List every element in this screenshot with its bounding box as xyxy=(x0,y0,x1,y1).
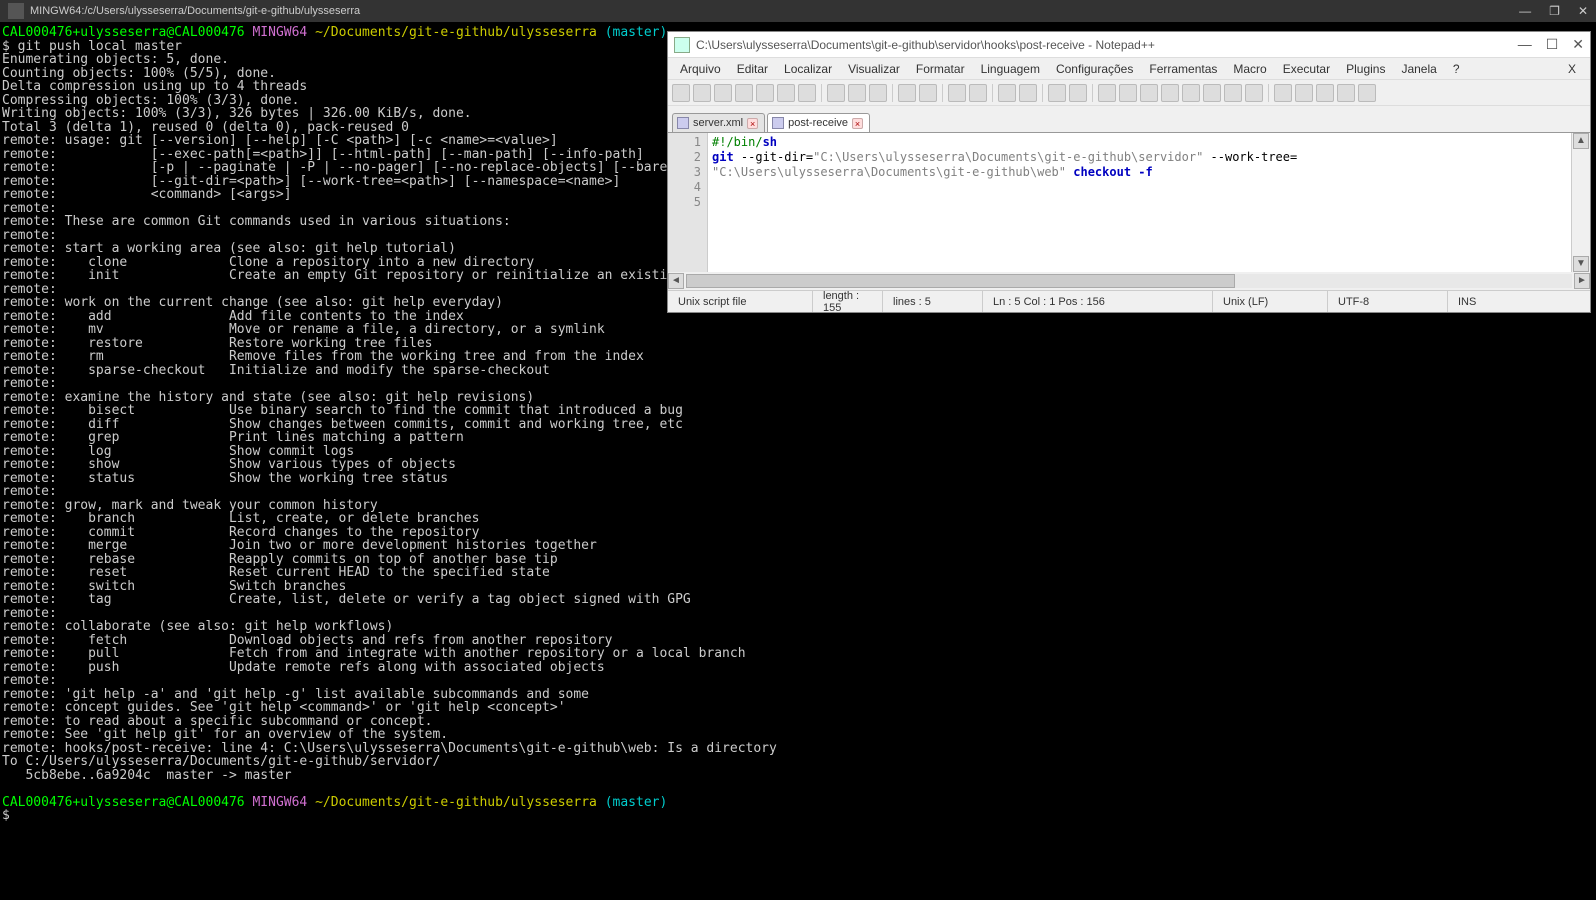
code-area[interactable]: #!/bin/shgit --git-dir="C:\Users\ulysses… xyxy=(708,133,1572,272)
scroll-left-icon[interactable]: ◄ xyxy=(668,273,684,289)
vertical-scrollbar[interactable]: ▲ ▼ xyxy=(1572,133,1590,272)
tab-label: server.xml xyxy=(693,117,743,129)
status-length: length : 155 xyxy=(813,291,883,312)
tab-server-xml[interactable]: server.xml × xyxy=(672,113,765,132)
scrollbar-track[interactable] xyxy=(686,274,1572,288)
menu-plugins[interactable]: Plugins xyxy=(1340,60,1391,78)
notepad-icon xyxy=(674,37,690,53)
tb-close-icon[interactable] xyxy=(756,84,774,102)
notepad-statusbar: Unix script file length : 155 lines : 5 … xyxy=(668,290,1590,312)
tb-funclist-icon[interactable] xyxy=(1203,84,1221,102)
tab-close-icon[interactable]: × xyxy=(852,118,863,129)
notepad-toolbar xyxy=(668,80,1590,106)
notepad-tabbar: server.xml × post-receive × xyxy=(668,106,1590,132)
notepad-editor: 12345 #!/bin/shgit --git-dir="C:\Users\u… xyxy=(668,132,1590,272)
np-close-button[interactable]: ✕ xyxy=(1572,36,1584,53)
tb-separator xyxy=(821,84,822,102)
tb-open-icon[interactable] xyxy=(693,84,711,102)
notepad-menubar: Arquivo Editar Localizar Visualizar Form… xyxy=(668,58,1590,80)
tb-find-icon[interactable] xyxy=(948,84,966,102)
terminal-icon xyxy=(8,3,24,19)
notepad-window: C:\Users\ulysseserra\Documents\git-e-git… xyxy=(667,31,1591,313)
scroll-down-icon[interactable]: ▼ xyxy=(1573,256,1589,272)
status-position: Ln : 5 Col : 1 Pos : 156 xyxy=(983,291,1213,312)
menu-ferramentas[interactable]: Ferramentas xyxy=(1143,60,1223,78)
status-lines: lines : 5 xyxy=(883,291,983,312)
tb-record-icon[interactable] xyxy=(1274,84,1292,102)
tb-redo-icon[interactable] xyxy=(919,84,937,102)
tb-folder-icon[interactable] xyxy=(1224,84,1242,102)
tb-separator xyxy=(1042,84,1043,102)
menu-visualizar[interactable]: Visualizar xyxy=(842,60,906,78)
tb-stop-icon[interactable] xyxy=(1295,84,1313,102)
tb-indent-icon[interactable] xyxy=(1140,84,1158,102)
status-insert-mode[interactable]: INS xyxy=(1448,291,1590,312)
menu-linguagem[interactable]: Linguagem xyxy=(975,60,1046,78)
close-button[interactable]: ✕ xyxy=(1578,4,1588,18)
status-filetype: Unix script file xyxy=(668,291,813,312)
np-maximize-button[interactable]: ☐ xyxy=(1546,36,1559,53)
tb-copy-icon[interactable] xyxy=(848,84,866,102)
menu-configuracoes[interactable]: Configurações xyxy=(1050,60,1139,78)
menubar-x-button[interactable]: X xyxy=(1560,62,1584,76)
notepad-title: C:\Users\ulysseserra\Documents\git-e-git… xyxy=(696,38,1518,52)
tb-playmulti-icon[interactable] xyxy=(1337,84,1355,102)
terminal-titlebar[interactable]: MINGW64:/c/Users/ulysseserra/Documents/g… xyxy=(0,0,1596,22)
line-number-gutter: 12345 xyxy=(668,133,708,272)
tb-sync-h-icon[interactable] xyxy=(1069,84,1087,102)
tb-sync-v-icon[interactable] xyxy=(1048,84,1066,102)
tb-separator xyxy=(1092,84,1093,102)
menu-executar[interactable]: Executar xyxy=(1277,60,1336,78)
menu-localizar[interactable]: Localizar xyxy=(778,60,838,78)
tab-post-receive[interactable]: post-receive × xyxy=(767,113,870,132)
tb-separator xyxy=(892,84,893,102)
tb-wordwrap-icon[interactable] xyxy=(1098,84,1116,102)
menu-formatar[interactable]: Formatar xyxy=(910,60,971,78)
status-encoding[interactable]: UTF-8 xyxy=(1328,291,1448,312)
tb-new-icon[interactable] xyxy=(672,84,690,102)
file-icon xyxy=(772,117,784,129)
tb-savemacro-icon[interactable] xyxy=(1358,84,1376,102)
menu-help[interactable]: ? xyxy=(1447,60,1466,78)
tb-play-icon[interactable] xyxy=(1316,84,1334,102)
horizontal-scrollbar[interactable]: ◄ ► xyxy=(668,272,1590,290)
tb-separator xyxy=(1268,84,1269,102)
scrollbar-thumb[interactable] xyxy=(686,274,1235,288)
status-eol[interactable]: Unix (LF) xyxy=(1213,291,1328,312)
menu-macro[interactable]: Macro xyxy=(1227,60,1272,78)
tb-docmap-icon[interactable] xyxy=(1182,84,1200,102)
tb-save-icon[interactable] xyxy=(714,84,732,102)
minimize-button[interactable]: ― xyxy=(1519,4,1531,18)
tb-saveall-icon[interactable] xyxy=(735,84,753,102)
tb-monitor-icon[interactable] xyxy=(1245,84,1263,102)
scroll-right-icon[interactable]: ► xyxy=(1574,273,1590,289)
tb-cut-icon[interactable] xyxy=(827,84,845,102)
tb-userlang-icon[interactable] xyxy=(1161,84,1179,102)
tb-print-icon[interactable] xyxy=(798,84,816,102)
np-minimize-button[interactable]: ― xyxy=(1518,36,1532,53)
tb-zoomin-icon[interactable] xyxy=(998,84,1016,102)
tb-allchars-icon[interactable] xyxy=(1119,84,1137,102)
notepad-titlebar[interactable]: C:\Users\ulysseserra\Documents\git-e-git… xyxy=(668,32,1590,58)
menu-editar[interactable]: Editar xyxy=(731,60,774,78)
tb-undo-icon[interactable] xyxy=(898,84,916,102)
tb-paste-icon[interactable] xyxy=(869,84,887,102)
tb-closeall-icon[interactable] xyxy=(777,84,795,102)
terminal-title: MINGW64:/c/Users/ulysseserra/Documents/g… xyxy=(30,5,1519,17)
tab-label: post-receive xyxy=(788,117,848,129)
maximize-button[interactable]: ❐ xyxy=(1549,4,1560,18)
tb-zoomout-icon[interactable] xyxy=(1019,84,1037,102)
scroll-up-icon[interactable]: ▲ xyxy=(1573,133,1589,149)
menu-janela[interactable]: Janela xyxy=(1395,60,1442,78)
tab-close-icon[interactable]: × xyxy=(747,118,758,129)
file-icon xyxy=(677,117,689,129)
tb-replace-icon[interactable] xyxy=(969,84,987,102)
menu-arquivo[interactable]: Arquivo xyxy=(674,60,727,78)
tb-separator xyxy=(992,84,993,102)
tb-separator xyxy=(942,84,943,102)
